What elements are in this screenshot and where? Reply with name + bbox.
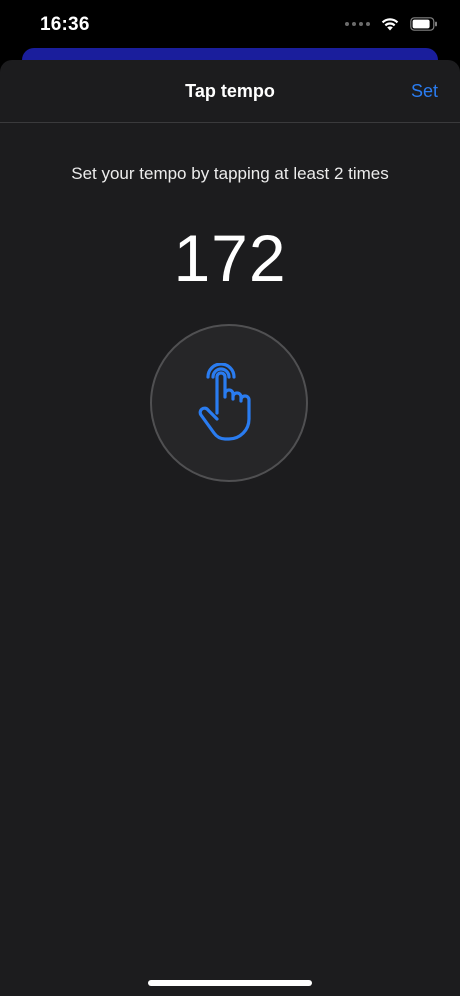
tap-finger-icon	[198, 363, 251, 441]
set-button[interactable]: Set	[411, 81, 438, 102]
tap-button[interactable]	[150, 324, 308, 482]
nav-bar: Tap tempo Set	[0, 60, 460, 123]
signal-dots-icon	[345, 21, 370, 26]
tempo-value: 172	[173, 221, 287, 295]
battery-icon	[410, 16, 437, 31]
sheet-title: Tap tempo	[185, 81, 275, 101]
status-time: 16:36	[40, 14, 90, 35]
status-icons	[345, 16, 438, 31]
home-indicator[interactable]	[148, 980, 312, 986]
status-bar: 16:36	[0, 0, 460, 50]
screen: 16:36 Tap tempo Set Set your tempo by ta…	[0, 0, 460, 996]
tap-tempo-sheet: Tap tempo Set Set your tempo by tapping …	[0, 60, 460, 996]
wifi-icon	[381, 18, 399, 31]
instruction-text: Set your tempo by tapping at least 2 tim…	[71, 164, 389, 183]
